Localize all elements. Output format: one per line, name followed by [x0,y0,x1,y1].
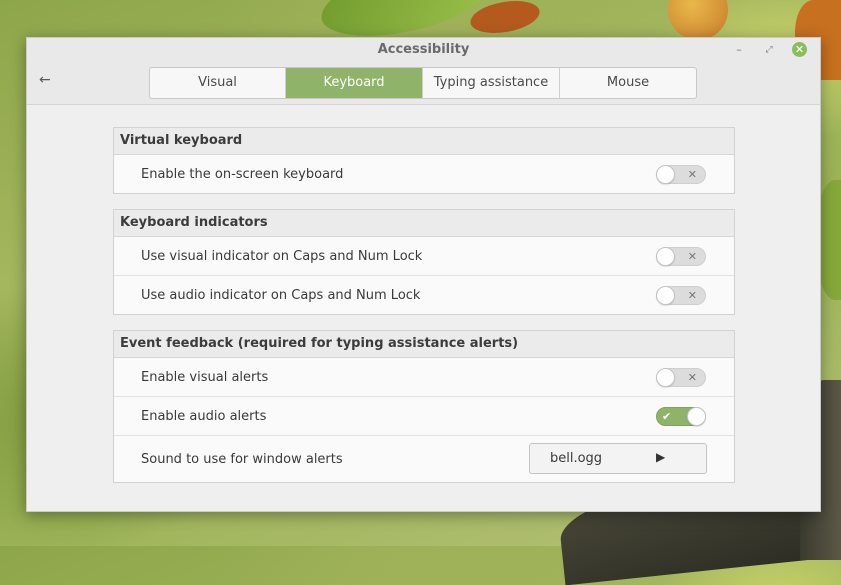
visual-indicator-toggle[interactable]: ✕ [656,247,706,266]
audio-alerts-toggle[interactable]: ✔ [656,407,706,426]
section-keyboard-indicators: Keyboard indicators Use visual indicator… [113,209,735,315]
setting-label: Enable the on-screen keyboard [141,167,344,182]
sound-file-name: bell.ogg [550,451,603,466]
setting-row: Enable the on-screen keyboard ✕ [114,155,734,193]
off-x-icon: ✕ [687,168,697,181]
play-icon[interactable]: ▶ [656,450,665,464]
tab-typing-assistance[interactable]: Typing assistance [423,68,560,98]
audio-indicator-toggle[interactable]: ✕ [656,286,706,305]
setting-row: Sound to use for window alerts bell.ogg … [114,436,734,482]
close-icon[interactable]: ✕ [792,42,807,57]
settings-content: Virtual keyboard Enable the on-screen ke… [27,105,820,511]
section-title: Virtual keyboard [114,128,734,155]
minimize-icon[interactable]: – [731,42,747,58]
toggle-knob [656,247,675,266]
section-virtual-keyboard: Virtual keyboard Enable the on-screen ke… [113,127,735,194]
checkmark-icon: ✔ [662,410,672,423]
accessibility-window: Accessibility – ⤢ ✕ ← Visual Keyboard Ty… [26,37,821,512]
toggle-knob [687,407,706,426]
sound-file-button[interactable]: bell.ogg ▶ [529,443,707,474]
setting-label: Enable audio alerts [141,409,267,424]
off-x-icon: ✕ [687,250,697,263]
section-event-feedback: Event feedback (required for typing assi… [113,330,735,483]
wallpaper-leaf [467,0,543,38]
section-title: Event feedback (required for typing assi… [114,331,734,358]
back-arrow-icon[interactable]: ← [39,72,51,88]
maximize-icon[interactable]: ⤢ [761,42,777,58]
wallpaper-leaf [668,0,728,40]
section-title: Keyboard indicators [114,210,734,237]
setting-row: Use audio indicator on Caps and Num Lock… [114,276,734,314]
toggle-knob [656,165,675,184]
setting-label: Sound to use for window alerts [141,452,343,467]
tab-keyboard[interactable]: Keyboard [286,68,423,98]
off-x-icon: ✕ [687,289,697,302]
toggle-knob [656,286,675,305]
setting-row: Enable visual alerts ✕ [114,358,734,397]
tab-bar: Visual Keyboard Typing assistance Mouse [149,67,697,99]
visual-alerts-toggle[interactable]: ✕ [656,368,706,387]
titlebar: Accessibility – ⤢ ✕ ← Visual Keyboard Ty… [27,38,820,105]
window-title: Accessibility [377,42,470,57]
onscreen-keyboard-toggle[interactable]: ✕ [656,165,706,184]
setting-label: Use visual indicator on Caps and Num Loc… [141,249,423,264]
setting-row: Enable audio alerts ✔ [114,397,734,436]
off-x-icon: ✕ [687,371,697,384]
tab-mouse[interactable]: Mouse [560,68,696,98]
setting-row: Use visual indicator on Caps and Num Loc… [114,237,734,276]
setting-label: Use audio indicator on Caps and Num Lock [141,288,421,303]
tab-visual[interactable]: Visual [150,68,286,98]
setting-label: Enable visual alerts [141,370,269,385]
toggle-knob [656,368,675,387]
